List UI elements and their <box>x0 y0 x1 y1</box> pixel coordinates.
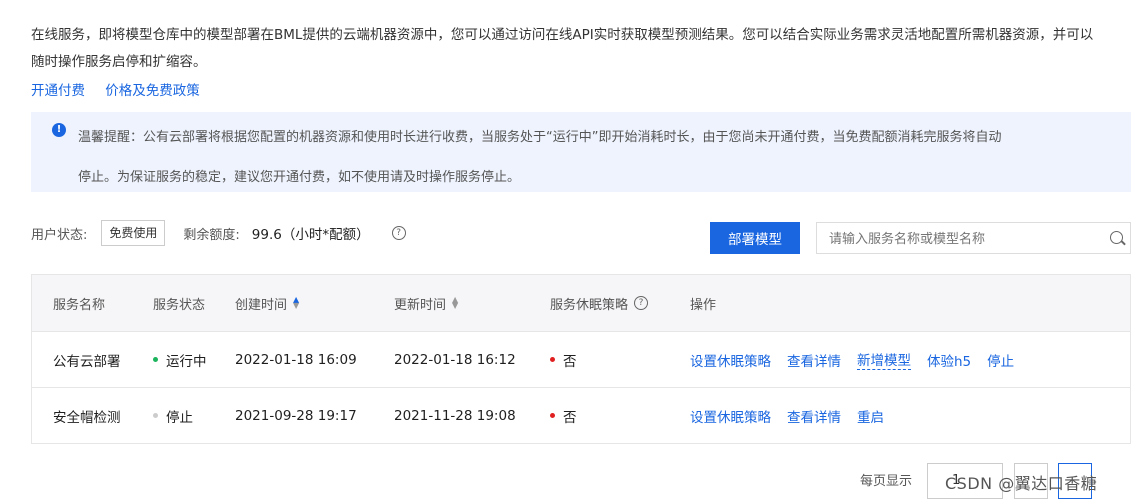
sort-icon[interactable]: ▲ ▼ <box>452 296 460 310</box>
sleep-policy-text: 否 <box>563 409 577 426</box>
row-actions: 设置休眠策略 查看详情 重启 <box>690 388 900 443</box>
notice-line-2: 停止。为保证服务的稳定，建议您开通付费，如不使用请及时操作服务停止。 <box>78 170 521 185</box>
updated-time: 2022-01-18 16:12 <box>394 351 516 368</box>
sleep-policy: 否 <box>550 332 577 387</box>
created-time: 2022-01-18 16:09 <box>235 351 357 368</box>
header-updated-label: 更新时间 <box>394 297 447 313</box>
exclamation-icon: ! <box>52 123 66 137</box>
notice-line-1: 温馨提醒：公有云部署将根据您配置的机器资源和使用时长进行收费，当服务处于“运行中… <box>78 130 1002 145</box>
quota-value: 99.6（小时*配额） <box>251 227 370 243</box>
set-sleep-policy-link[interactable]: 设置休眠策略 <box>690 406 771 426</box>
header-created[interactable]: 创建时间 ▲ ▼ <box>235 275 301 331</box>
set-sleep-policy-link[interactable]: 设置休眠策略 <box>690 350 771 370</box>
table-header: 服务名称 服务状态 创建时间 ▲ ▼ 更新时间 ▲ ▼ 服务休眠策略 ? 操作 <box>32 275 1130 332</box>
service-status: 停止 <box>153 388 193 443</box>
notice-text: 温馨提醒：公有云部署将根据您配置的机器资源和使用时长进行收费，当服务处于“运行中… <box>78 118 1128 198</box>
status-dot-icon <box>550 357 555 362</box>
view-details-link[interactable]: 查看详情 <box>787 406 841 426</box>
updated-time: 2021-11-28 19:08 <box>394 407 516 424</box>
description-line-1: 在线服务，即将模型仓库中的模型部署在BML提供的云端机器资源中，您可以通过访问在… <box>31 27 1094 43</box>
service-status: 运行中 <box>153 332 207 387</box>
header-created-label: 创建时间 <box>235 297 288 313</box>
table-row: 安全帽检测 停止 2021-09-28 19:17 2021-11-28 19:… <box>32 388 1130 443</box>
sleep-policy: 否 <box>550 388 577 443</box>
status-dot-icon <box>153 413 158 418</box>
status-badge: 免费使用 <box>101 220 166 246</box>
search-icon[interactable] <box>1110 231 1123 244</box>
service-status-text: 运行中 <box>166 353 207 370</box>
header-sleep-label: 服务休眠策略 <box>550 297 629 313</box>
activate-payment-link[interactable]: 开通付费 <box>31 83 85 99</box>
question-icon[interactable]: ? <box>391 226 406 240</box>
user-status-row: 用户状态: 免费使用 剩余额度: 99.6（小时*配额） ? <box>31 220 406 246</box>
view-details-link[interactable]: 查看详情 <box>787 350 841 370</box>
header-actions: 操作 <box>690 297 717 313</box>
row-actions: 设置休眠策略 查看详情 新增模型 体验h5 停止 <box>690 332 1030 387</box>
header-status: 服务状态 <box>153 297 206 313</box>
reminder-notice: ! 温馨提醒：公有云部署将根据您配置的机器资源和使用时长进行收费，当服务处于“运… <box>31 112 1131 192</box>
policy-links: 开通付费 价格及免费政策 <box>31 79 216 99</box>
service-name: 安全帽检测 <box>53 409 121 426</box>
status-dot-icon <box>550 413 555 418</box>
service-description: 在线服务，即将模型仓库中的模型部署在BML提供的云端机器资源中，您可以通过访问在… <box>31 22 1131 76</box>
created-time: 2021-09-28 19:17 <box>235 407 357 424</box>
user-status-label: 用户状态: <box>31 227 88 243</box>
header-name: 服务名称 <box>53 297 106 313</box>
watermark: CSDN @翼达口香糖 <box>945 474 1098 493</box>
header-sleep: 服务休眠策略 ? <box>550 275 649 331</box>
table-row: 公有云部署 运行中 2022-01-18 16:09 2022-01-18 16… <box>32 332 1130 388</box>
status-dot-icon <box>153 357 158 362</box>
try-h5-link[interactable]: 体验h5 <box>927 350 971 370</box>
sort-icon[interactable]: ▲ ▼ <box>293 296 301 310</box>
search-input[interactable] <box>827 229 1101 249</box>
description-line-2: 随时操作服务启停和扩缩容。 <box>31 54 207 70</box>
service-table: 服务名称 服务状态 创建时间 ▲ ▼ 更新时间 ▲ ▼ 服务休眠策略 ? 操作 公有… <box>31 274 1131 444</box>
quota-label: 剩余额度: <box>183 227 240 243</box>
service-name: 公有云部署 <box>53 353 121 370</box>
service-status-text: 停止 <box>166 409 193 426</box>
restart-link[interactable]: 重启 <box>857 406 884 426</box>
sleep-policy-text: 否 <box>563 353 577 370</box>
search-box <box>816 222 1131 254</box>
add-model-link[interactable]: 新增模型 <box>857 349 911 370</box>
pricing-policy-link[interactable]: 价格及免费政策 <box>105 83 200 99</box>
header-updated[interactable]: 更新时间 ▲ ▼ <box>394 275 460 331</box>
question-icon[interactable]: ? <box>634 296 649 310</box>
pagination-label: 每页显示 <box>860 473 913 489</box>
deploy-model-button[interactable]: 部署模型 <box>710 222 800 254</box>
stop-link[interactable]: 停止 <box>987 350 1014 370</box>
